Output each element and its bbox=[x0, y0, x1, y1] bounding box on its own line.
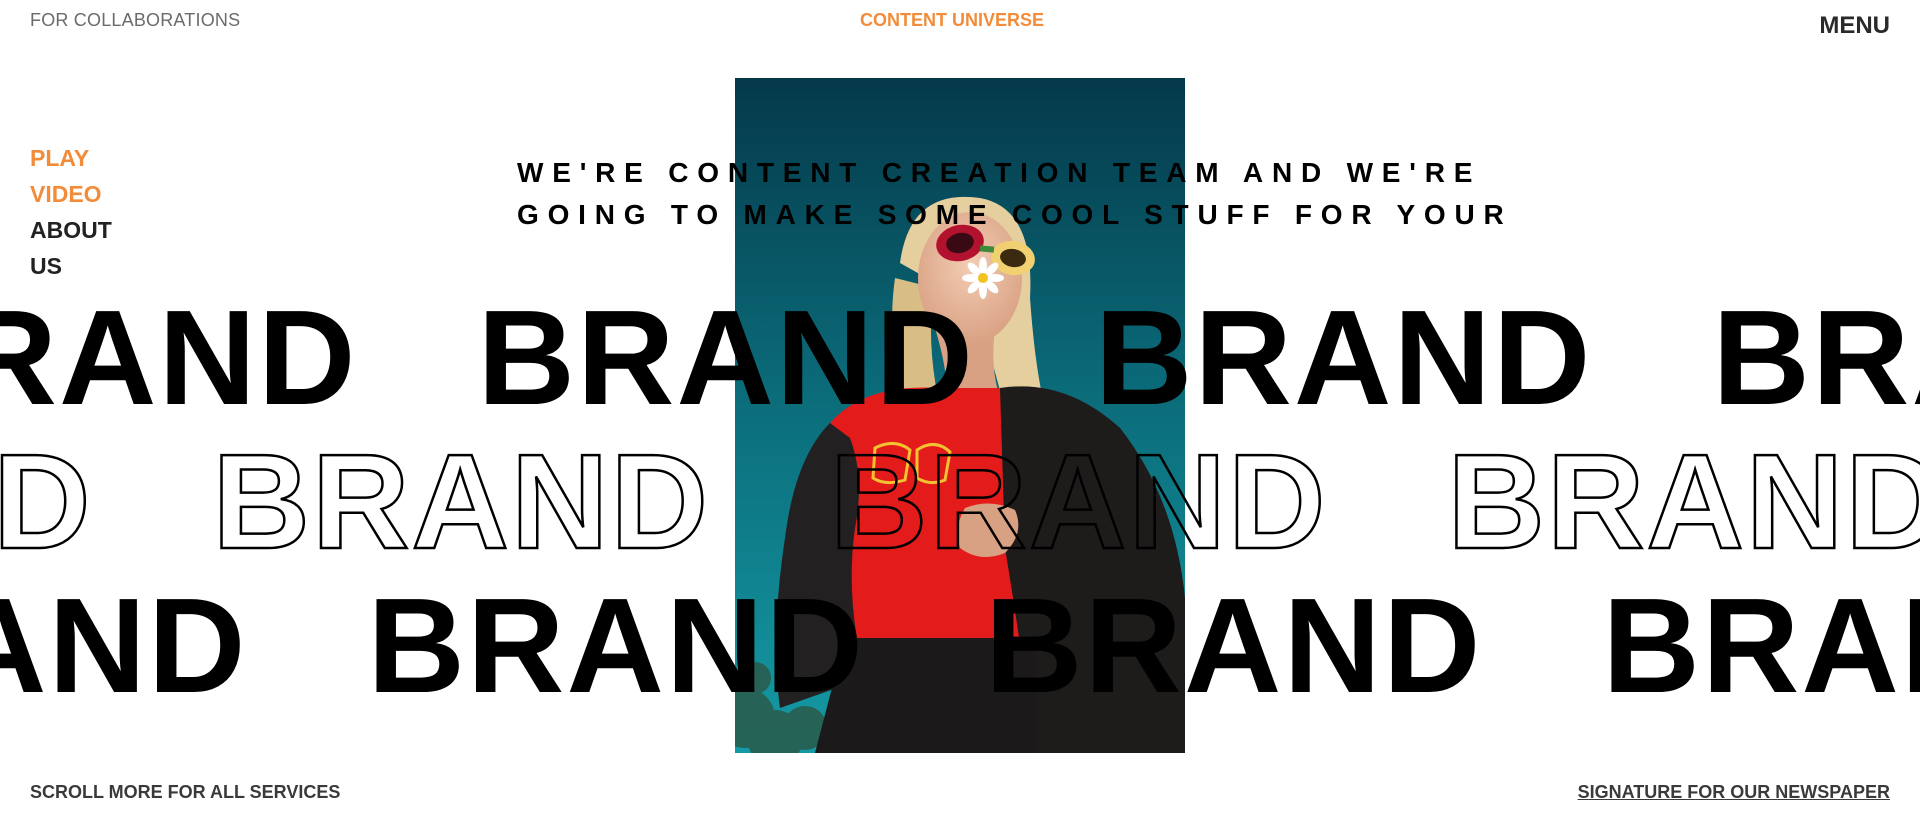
scroll-more-link[interactable]: SCROLL MORE FOR ALL SERVICES bbox=[30, 782, 340, 803]
newsletter-signup-link[interactable]: SIGNATURE FOR OUR NEWSPAPER bbox=[1578, 782, 1890, 803]
about-us-link[interactable]: ABOUT US bbox=[30, 212, 112, 284]
brand-word: BRAND bbox=[984, 570, 1483, 721]
side-nav: PLAY VIDEO ABOUT US bbox=[30, 140, 112, 284]
brand-marquee-row-2: BRANDBRANDBRANDBRAND bbox=[0, 430, 1920, 573]
page: FOR COLLABORATIONS CONTENT UNIVERSE MENU… bbox=[0, 0, 1920, 835]
brand-word: BRAND bbox=[1446, 426, 1920, 577]
brand-word: BRAND bbox=[0, 570, 248, 721]
about-us-label-2: US bbox=[30, 253, 62, 279]
brand-word: BRAND bbox=[367, 570, 865, 721]
brand-word: BRAND bbox=[1712, 282, 1920, 433]
about-us-label-1: ABOUT bbox=[30, 217, 112, 243]
headline-line-2: GOING TO MAKE SOME COOL STUFF FOR YOUR bbox=[517, 199, 1513, 230]
brand-word: BRAND bbox=[477, 282, 975, 433]
site-title-link[interactable]: CONTENT UNIVERSE bbox=[860, 10, 1044, 31]
collaborations-link[interactable]: FOR COLLABORATIONS bbox=[30, 10, 240, 31]
brand-word: BRAND bbox=[1602, 570, 1920, 721]
brand-word: BRAND bbox=[1094, 282, 1593, 433]
brand-marquee-row-1: BRANDBRANDBRANDBRAND bbox=[0, 288, 1920, 428]
brand-word: BRAND bbox=[829, 426, 1328, 577]
brand-word: BRAND bbox=[0, 282, 358, 433]
play-video-link[interactable]: PLAY VIDEO bbox=[30, 140, 112, 212]
brand-word: BRAND bbox=[0, 426, 93, 577]
headline-line-1: WE'RE CONTENT CREATION TEAM AND WE'RE bbox=[517, 157, 1482, 188]
play-video-label-1: PLAY bbox=[30, 145, 90, 171]
menu-button[interactable]: MENU bbox=[1819, 12, 1890, 40]
play-video-label-2: VIDEO bbox=[30, 181, 102, 207]
hero-headline: WE'RE CONTENT CREATION TEAM AND WE'RE GO… bbox=[517, 152, 1513, 236]
brand-word: BRAND bbox=[211, 426, 710, 577]
brand-marquee-row-3: BRANDBRANDBRANDBRAND bbox=[0, 576, 1920, 716]
